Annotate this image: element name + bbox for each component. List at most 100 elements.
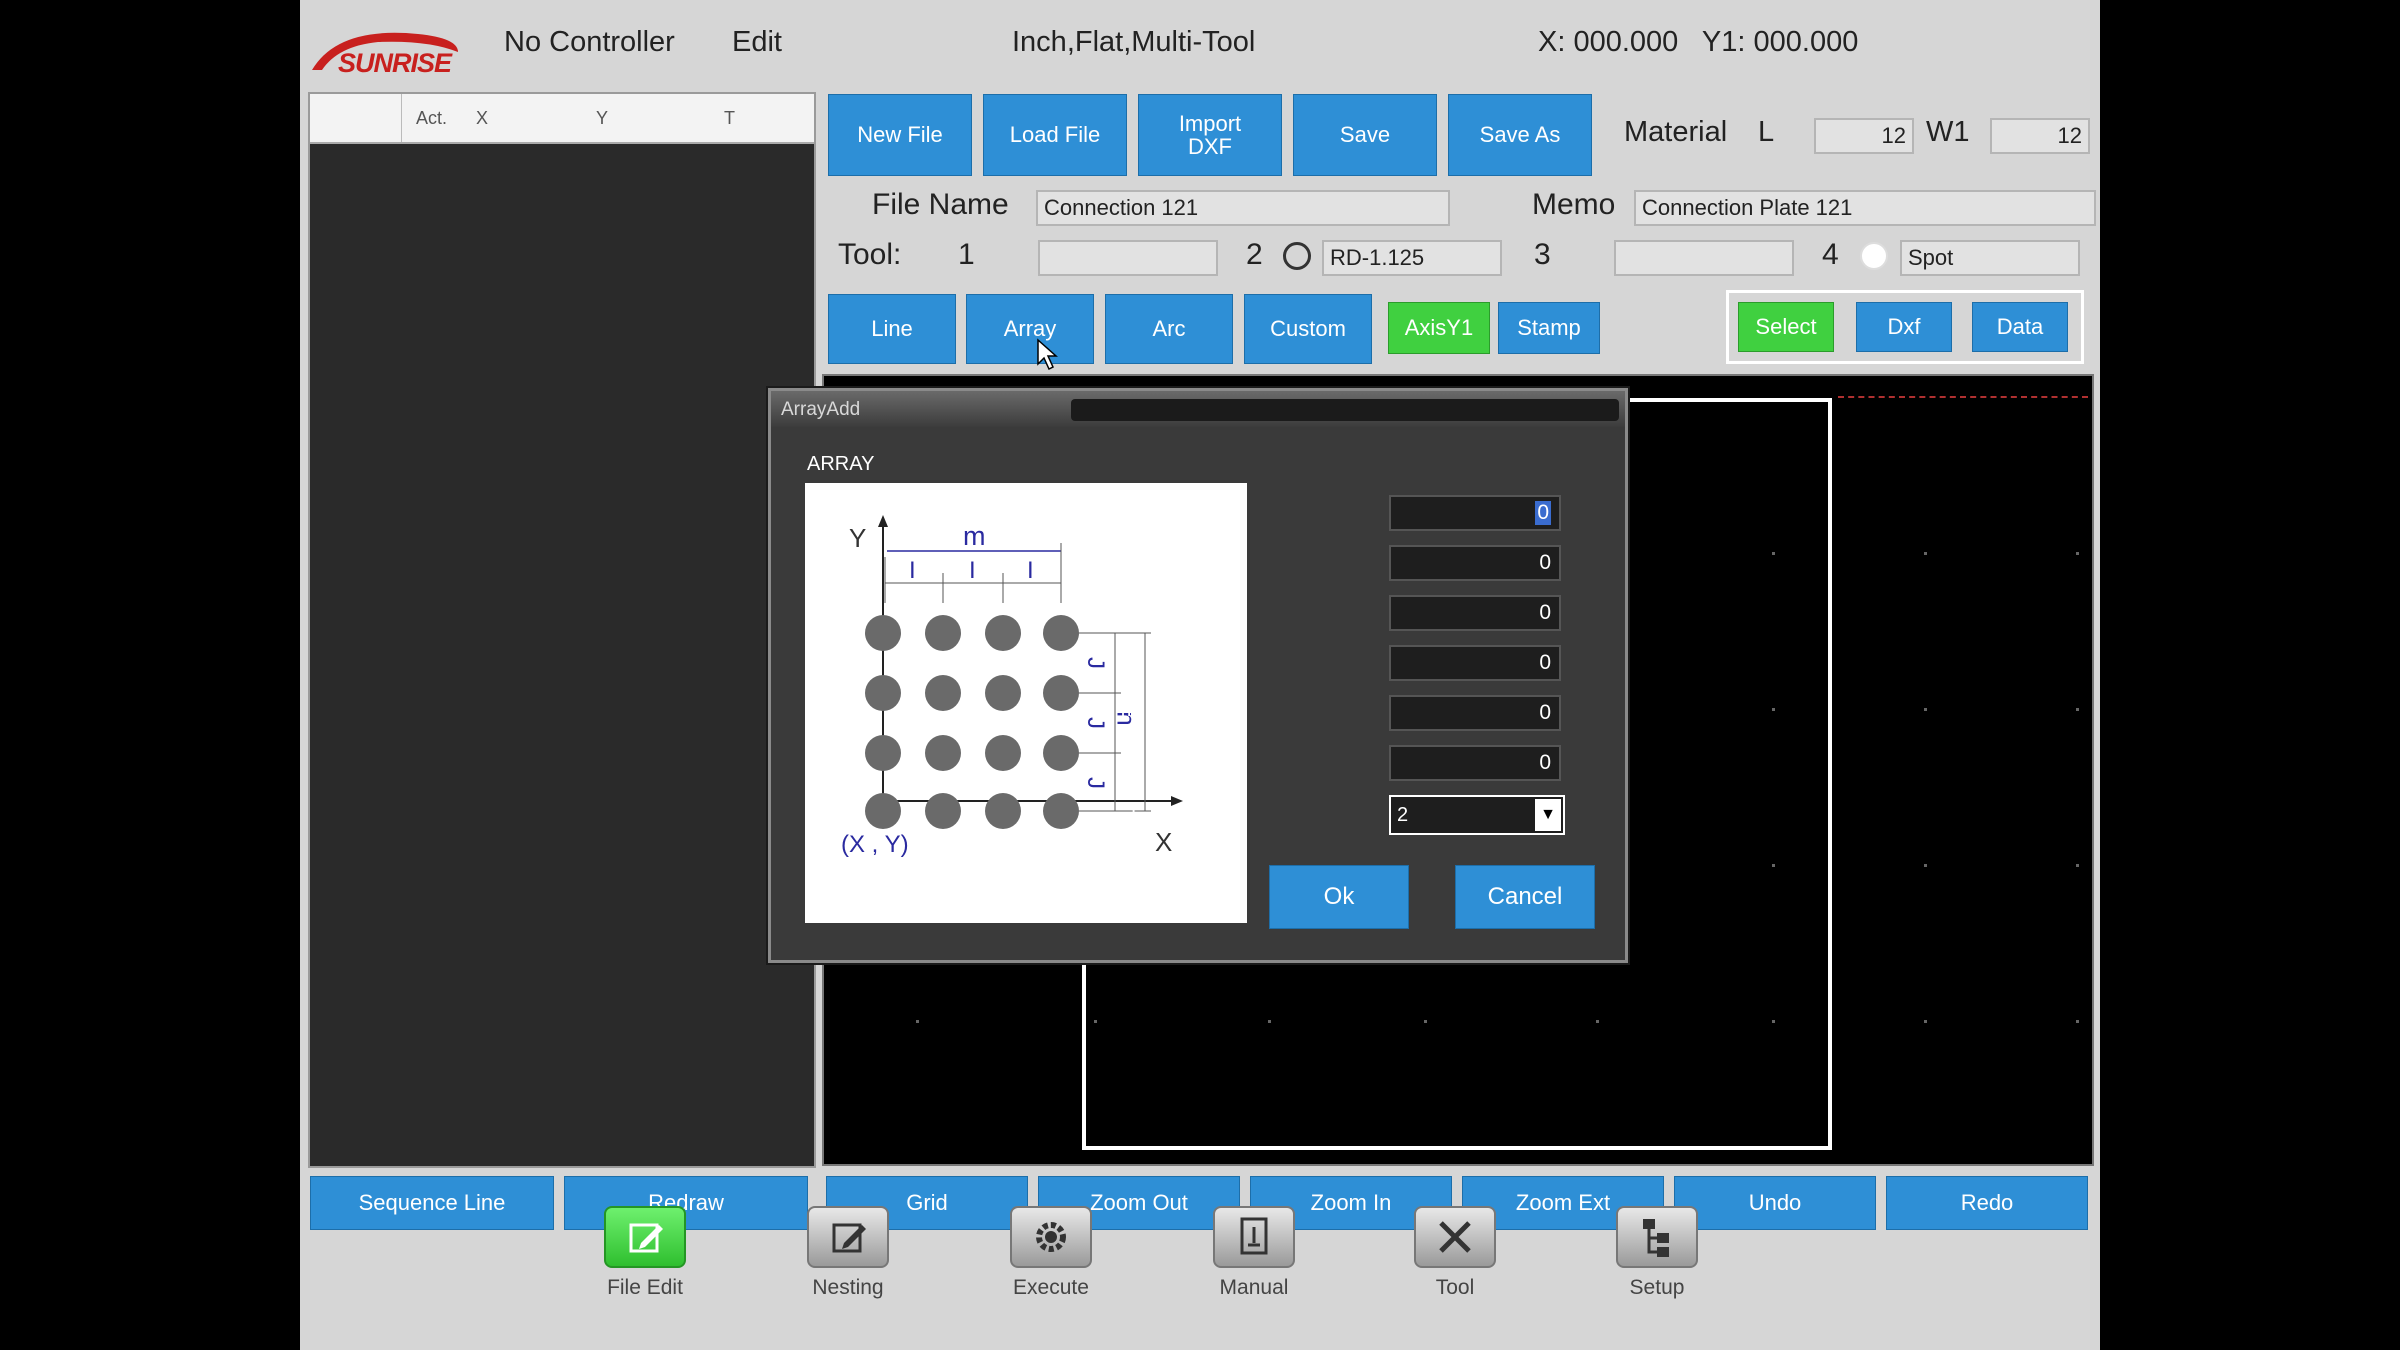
tool-2-number: 2 [1246, 238, 1263, 271]
nav-manual-label: Manual [1219, 1276, 1289, 1299]
diagram-i-label-3: I [1027, 557, 1034, 584]
gear-icon [1010, 1206, 1092, 1268]
t-select-value: 2 [1397, 804, 1409, 826]
m-input[interactable]: 0 [1389, 695, 1561, 731]
ok-button[interactable]: Ok [1269, 865, 1409, 929]
redo-button[interactable]: Redo [1886, 1176, 2088, 1230]
tool-4-input[interactable]: Spot [1900, 240, 2080, 276]
n-label: n: [1126, 749, 1143, 771]
file-name-input[interactable]: Connection 121 [1036, 190, 1450, 226]
app-window: SUNRISE No Controller Edit Inch,Flat,Mul… [300, 0, 2100, 1350]
memo-input[interactable]: Connection Plate 121 [1634, 190, 2096, 226]
x-label: X: [1124, 499, 1143, 521]
i-input[interactable]: 0 [1389, 595, 1561, 631]
dialog-titlebar[interactable]: ArrayAdd [771, 391, 1625, 427]
memo-label: Memo [1532, 188, 1616, 221]
j-input[interactable]: 0 [1389, 645, 1561, 681]
diagram-origin-label: (X , Y) [841, 831, 909, 858]
t-label: T: [1127, 801, 1143, 823]
tool-1-input[interactable] [1038, 240, 1218, 276]
brand-name: SUNRISE [338, 48, 452, 78]
nav-setup-label: Setup [1629, 1276, 1685, 1299]
tool-label: Tool: [838, 238, 902, 271]
nav-tool-label: Tool [1435, 1276, 1475, 1299]
diagram-i-label-1: I [909, 557, 916, 584]
new-file-button[interactable]: New File [828, 94, 972, 176]
load-file-button[interactable]: Load File [983, 94, 1127, 176]
material-width-input[interactable]: 12 [1990, 118, 2090, 154]
list-header: Act. X Y T [310, 94, 814, 144]
tool-2-radio[interactable] [1283, 242, 1311, 270]
dxf-button[interactable]: Dxf [1856, 302, 1952, 352]
axis-y1-button[interactable]: AxisY1 [1388, 302, 1490, 354]
diagram-y-axis-label: Y [849, 523, 867, 553]
diagram-j-label-3: J [1082, 777, 1109, 789]
x-input[interactable]: 0 [1389, 495, 1561, 531]
cancel-button[interactable]: Cancel [1455, 865, 1595, 929]
nav-setup[interactable]: Setup [1602, 1206, 1712, 1350]
action-list-panel[interactable]: Act. X Y T [308, 92, 816, 1168]
column-x: X [476, 108, 489, 128]
controller-status: No Controller [504, 26, 675, 58]
chevron-down-icon: ▼ [1535, 799, 1561, 831]
sequence-line-button[interactable]: Sequence Line [310, 1176, 554, 1230]
nav-file-edit[interactable]: File Edit [590, 1206, 700, 1350]
edit-menu[interactable]: Edit [732, 26, 782, 59]
diagram-m-label: m [963, 521, 986, 551]
file-name-label: File Name [872, 188, 1009, 221]
tool-3-number: 3 [1534, 238, 1551, 271]
column-act: Act. [416, 108, 448, 128]
save-button[interactable]: Save [1293, 94, 1437, 176]
y-input[interactable]: 0 [1389, 545, 1561, 581]
import-dxf-button[interactable]: Import DXF [1138, 94, 1282, 176]
custom-button[interactable]: Custom [1244, 294, 1372, 364]
column-t: T [724, 108, 735, 128]
material-w-label: W1 [1926, 116, 1970, 148]
nav-execute-label: Execute [1013, 1276, 1089, 1299]
x-input-value: 0 [1535, 501, 1551, 525]
tool-2-input[interactable]: RD-1.125 [1322, 240, 1502, 276]
array-button[interactable]: Array [966, 294, 1094, 364]
tool-3-input[interactable] [1614, 240, 1794, 276]
nav-nesting[interactable]: Nesting [793, 1206, 903, 1350]
material-l-label: L [1758, 116, 1775, 148]
m-label: m: [1120, 699, 1143, 721]
array-group-label: ARRAY [807, 453, 875, 475]
manual-icon [1213, 1206, 1295, 1268]
tool-icon [1414, 1206, 1496, 1268]
material-label: Material [1624, 116, 1728, 148]
tool-4-number: 4 [1822, 238, 1839, 271]
nav-nesting-label: Nesting [812, 1276, 884, 1299]
setup-icon [1616, 1206, 1698, 1268]
y-label: Y: [1125, 549, 1143, 571]
save-as-button[interactable]: Save As [1448, 94, 1592, 176]
mouse-cursor-icon [1037, 338, 1058, 371]
line-button[interactable]: Line [828, 294, 956, 364]
logo: SUNRISE [308, 18, 463, 80]
array-diagram: Y X m I I I J J J n (X , Y) [805, 483, 1247, 923]
diagram-x-axis-label: X [1155, 827, 1173, 857]
material-length-input[interactable]: 12 [1814, 118, 1914, 154]
stamp-button[interactable]: Stamp [1498, 302, 1600, 354]
nav-execute[interactable]: Execute [996, 1206, 1106, 1350]
sheet-limit-line [1838, 396, 2088, 398]
nesting-icon [807, 1206, 889, 1268]
t-select[interactable]: 2 ▼ [1389, 795, 1565, 835]
array-add-dialog[interactable]: ArrayAdd ARRAY Y X m I I I J J J n (X , … [768, 388, 1628, 963]
n-input[interactable]: 0 [1389, 745, 1561, 781]
arc-button[interactable]: Arc [1105, 294, 1233, 364]
select-button[interactable]: Select [1738, 302, 1834, 352]
diagram-i-label-2: I [969, 557, 976, 584]
tool-4-radio[interactable] [1860, 242, 1888, 270]
nav-file-edit-label: File Edit [607, 1276, 683, 1299]
j-label: J: [1127, 649, 1143, 671]
edit-icon [604, 1206, 686, 1268]
nav-manual[interactable]: Manual [1199, 1206, 1309, 1350]
mode-label: Inch,Flat,Multi-Tool [1012, 26, 1256, 58]
column-y: Y [596, 108, 609, 128]
tool-1-number: 1 [958, 238, 975, 271]
nav-tool[interactable]: Tool [1400, 1206, 1510, 1350]
coordinate-readout: X: 000.000 Y1: 000.000 [1538, 26, 1859, 58]
i-label: I: [1131, 599, 1143, 621]
data-button[interactable]: Data [1972, 302, 2068, 352]
